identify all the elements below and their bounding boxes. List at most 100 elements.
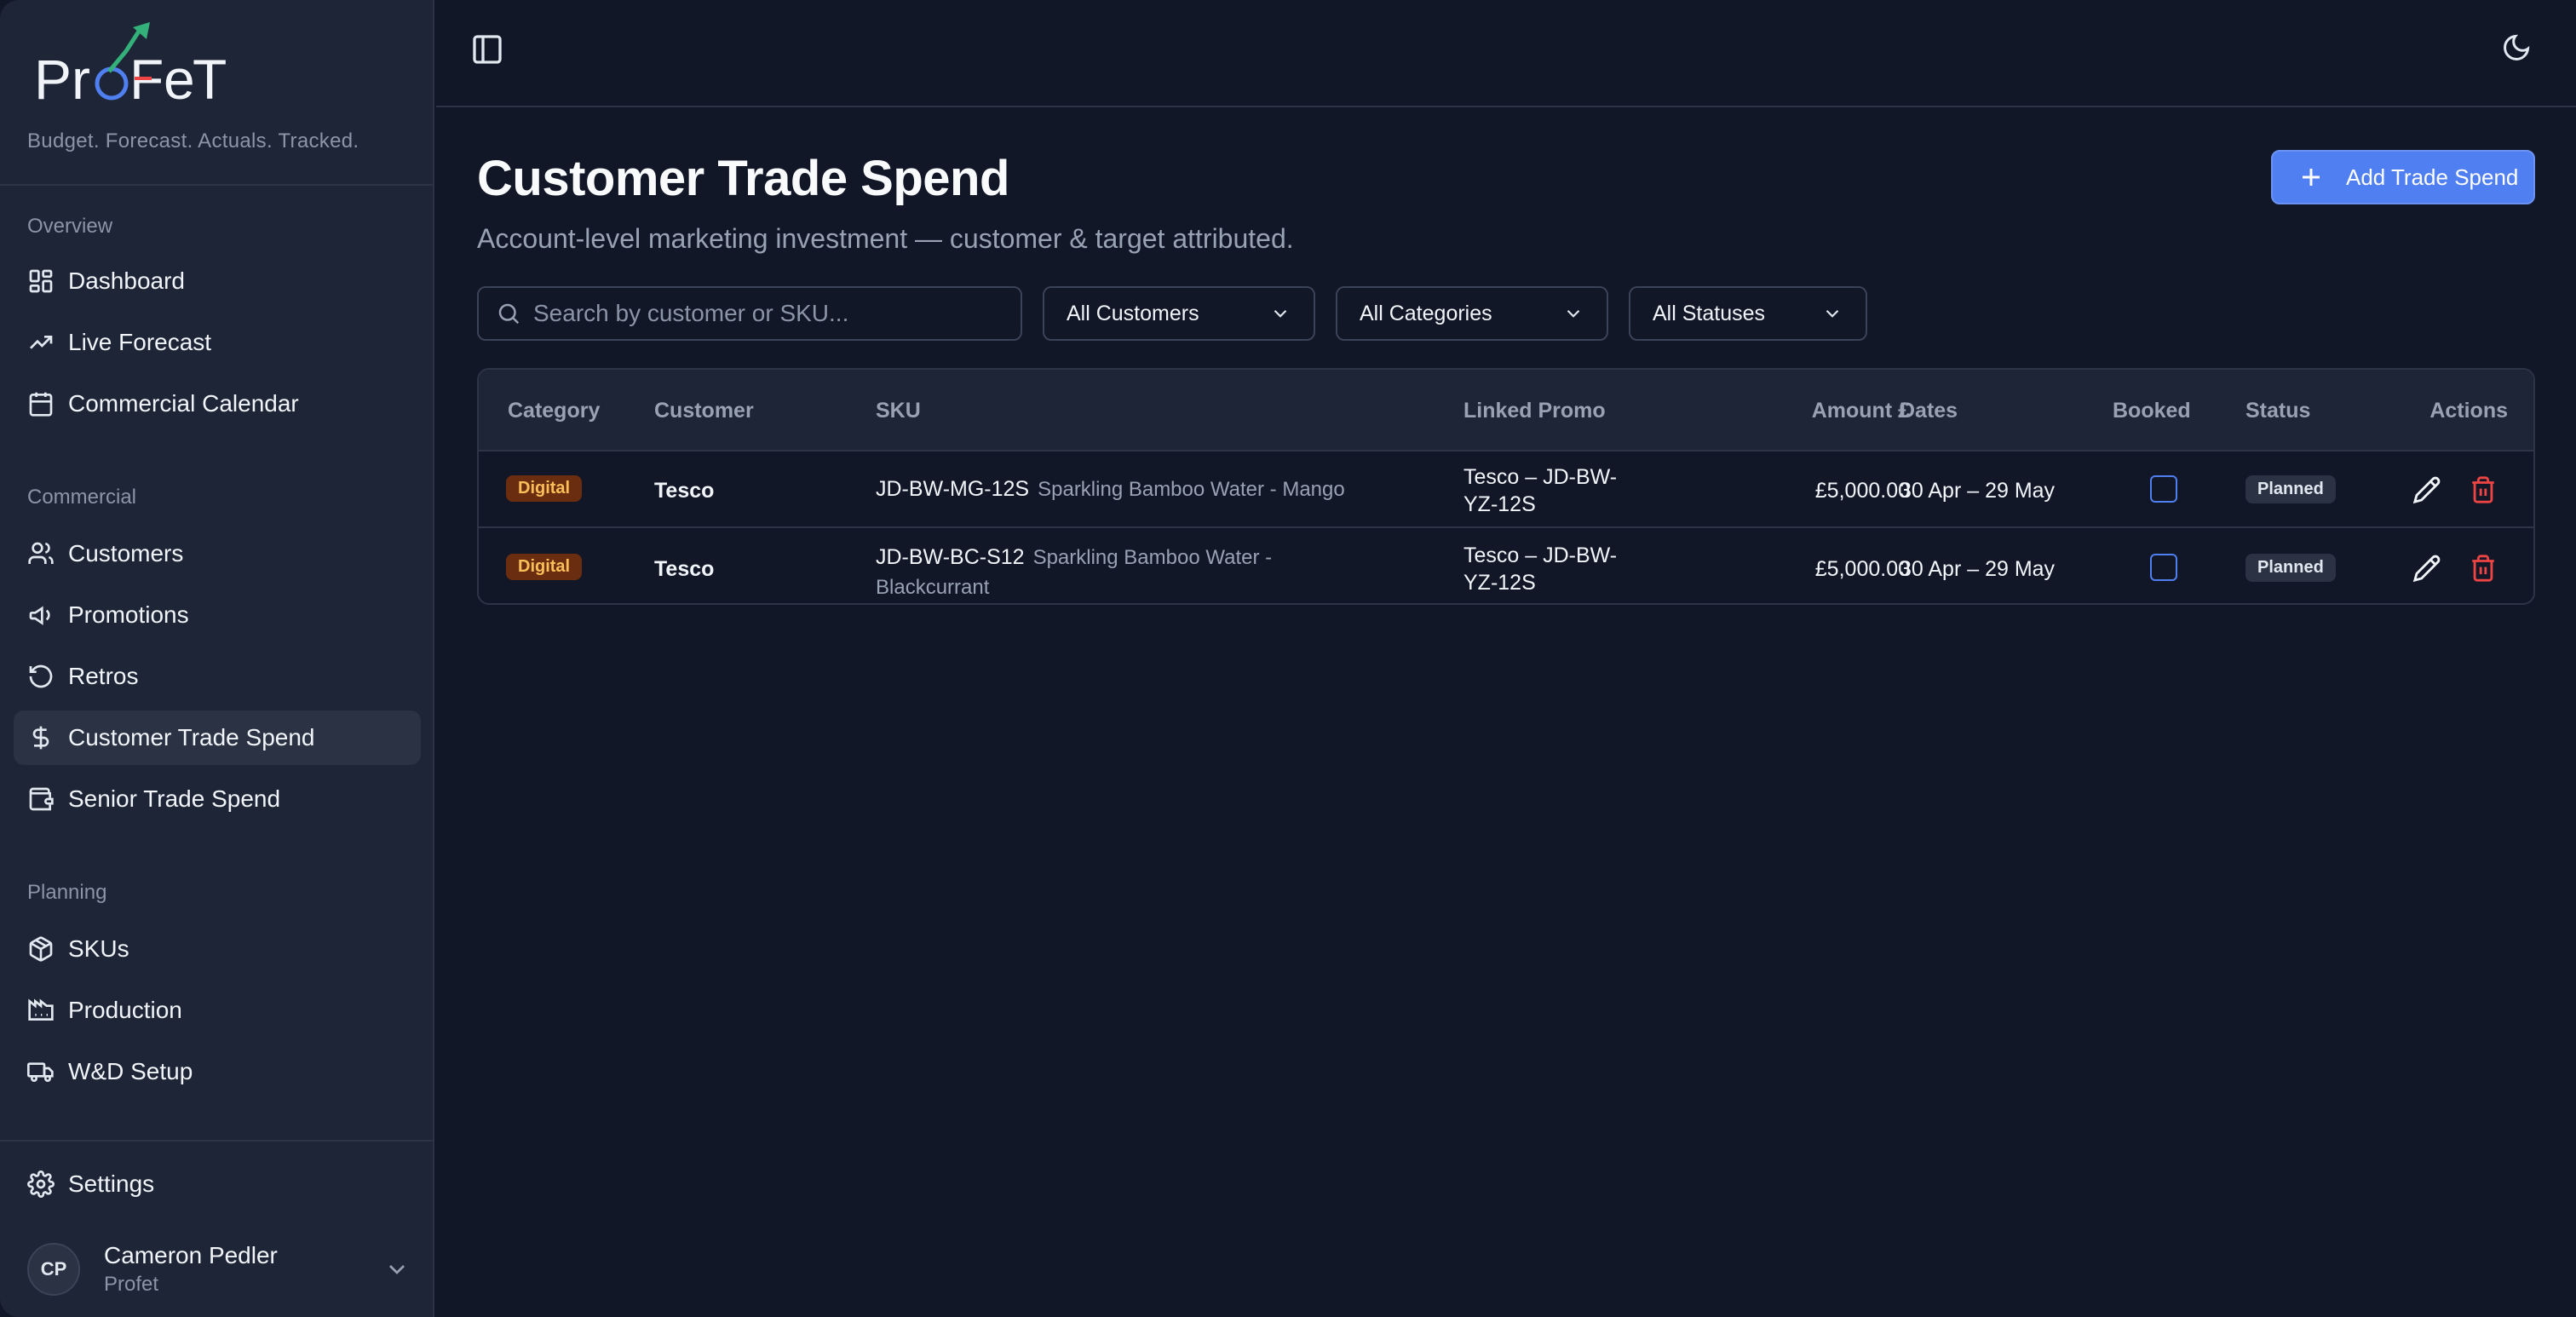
sidebar-item-production[interactable]: Production [14, 983, 421, 1038]
search-icon [498, 303, 520, 325]
dollar-icon [27, 724, 55, 751]
search-field[interactable] [477, 286, 1022, 341]
trash-icon[interactable] [2469, 475, 2498, 504]
dashboard-icon [27, 267, 55, 295]
pencil-icon[interactable] [2412, 475, 2441, 504]
profet-logo[interactable]: Pr F e T [34, 22, 247, 107]
sidebar-item-skus[interactable]: SKUs [14, 922, 421, 976]
category-badge: Digital [506, 554, 583, 580]
chevron-down-icon [1274, 309, 1287, 318]
sidebar-item-label: Senior Trade Spend [68, 785, 281, 812]
column-header-linked-promo[interactable]: Linked Promo [1463, 399, 1606, 423]
user-name: Cameron Pedler [104, 1242, 278, 1268]
sidebar-item-label: Settings [68, 1170, 155, 1197]
column-header-actions: Actions [2429, 399, 2508, 423]
sidebar-toggle-icon[interactable] [470, 32, 504, 66]
column-header-category[interactable]: Category [508, 399, 600, 423]
svg-text:T: T [193, 48, 227, 107]
chevron-down-icon [1826, 309, 1839, 318]
page-subtitle: Account-level marketing investment — cus… [477, 223, 1294, 254]
factory-icon [27, 997, 55, 1024]
users-icon [27, 540, 55, 567]
customer-filter-value: All Customers [1067, 301, 1199, 325]
sidebar-item-dashboard[interactable]: Dashboard [14, 254, 421, 308]
category-filter-value: All Categories [1360, 301, 1492, 325]
calendar-icon [27, 390, 55, 417]
section-label-planning: Planning [27, 881, 107, 904]
add-trade-spend-button[interactable]: Add Trade Spend [2271, 150, 2535, 204]
category-badge: Digital [506, 475, 583, 502]
column-header-amount[interactable]: Amount £ [1748, 399, 1910, 423]
sku-code: JD-BW-BC-S12 [876, 545, 1025, 569]
sidebar-item-retros[interactable]: Retros [14, 649, 421, 704]
sidebar-item-label: Customers [68, 540, 184, 566]
sidebar-item-senior-trade-spend[interactable]: Senior Trade Spend [14, 772, 421, 826]
sidebar-item-customers[interactable]: Customers [14, 526, 421, 581]
sidebar-item-settings[interactable]: Settings [14, 1157, 421, 1211]
sidebar-item-promotions[interactable]: Promotions [14, 588, 421, 642]
customer-filter-select[interactable]: All Customers [1043, 286, 1315, 341]
section-label-overview: Overview [27, 215, 113, 238]
sidebar-item-label: Dashboard [68, 267, 185, 294]
sku-cell: JD-BW-MG-12S Sparkling Bamboo Water - Man… [876, 475, 1353, 506]
user-menu[interactable]: CP Cameron Pedler Profet [27, 1240, 411, 1298]
sidebar-item-label: W&D Setup [68, 1058, 193, 1084]
megaphone-icon [27, 601, 55, 629]
sku-name: Sparkling Bamboo Water - Mango [1038, 478, 1345, 501]
brand-tagline: Budget. Forecast. Actuals. Tracked. [27, 129, 359, 152]
category-filter-select[interactable]: All Categories [1336, 286, 1608, 341]
dates-cell: 30 Apr – 29 May [1900, 479, 2056, 503]
linked-promo-cell[interactable]: Tesco – JD-BW-YZ-12S [1463, 542, 1651, 596]
gear-icon [27, 1170, 55, 1198]
trash-icon[interactable] [2469, 554, 2498, 583]
column-header-status[interactable]: Status [2245, 399, 2310, 423]
column-header-sku[interactable]: SKU [876, 399, 921, 423]
sidebar-item-label: Live Forecast [68, 329, 212, 355]
table-row[interactable]: Digital Tesco JD-BW-BC-S12 Sparkling Bamb… [479, 530, 2533, 603]
status-badge: Planned [2245, 475, 2336, 503]
plus-icon [2303, 169, 2320, 186]
chevron-down-icon [389, 1265, 405, 1274]
sidebar-item-label: Customer Trade Spend [68, 724, 315, 751]
booked-checkbox[interactable] [2150, 475, 2177, 503]
search-input[interactable] [533, 300, 1010, 327]
customer-cell: Tesco [654, 557, 715, 581]
section-label-commercial: Commercial [27, 486, 137, 509]
sidebar-item-customer-trade-spend[interactable]: Customer Trade Spend [14, 710, 421, 765]
booked-checkbox[interactable] [2150, 554, 2177, 581]
sidebar-item-live-forecast[interactable]: Live Forecast [14, 315, 421, 370]
status-badge: Planned [2245, 554, 2336, 582]
sku-cell: JD-BW-BC-S12 Sparkling Bamboo Water - Bla… [876, 543, 1353, 603]
amount-cell: £5,000.00 [1814, 479, 1910, 503]
dates-cell: 30 Apr – 29 May [1900, 557, 2056, 581]
sidebar-item-wd-setup[interactable]: W&D Setup [14, 1044, 421, 1099]
page-title: Customer Trade Spend [477, 151, 1009, 206]
table-row[interactable]: Digital Tesco JD-BW-MG-12S Sparkling Bamb… [479, 451, 2533, 528]
sidebar-item-label: Commercial Calendar [68, 390, 299, 417]
user-org: Profet [104, 1273, 159, 1296]
trend-up-icon [27, 329, 55, 356]
column-header-booked[interactable]: Booked [2113, 399, 2191, 423]
add-trade-spend-label: Add Trade Spend [2346, 164, 2519, 190]
sidebar: Pr F e T Budget. Forecast. Actuals. Trac… [0, 0, 434, 1317]
column-header-dates[interactable]: Dates [1900, 399, 1958, 423]
top-bar [436, 0, 2576, 107]
status-filter-select[interactable]: All Statuses [1629, 286, 1867, 341]
truck-icon [27, 1058, 55, 1085]
sidebar-item-label: SKUs [68, 935, 129, 962]
pencil-icon[interactable] [2412, 554, 2441, 583]
moon-icon[interactable] [2501, 32, 2532, 63]
sidebar-item-label: Promotions [68, 601, 189, 628]
sidebar-item-commercial-calendar[interactable]: Commercial Calendar [14, 377, 421, 431]
status-filter-value: All Statuses [1653, 301, 1766, 325]
table-header: Category Customer SKU Linked Promo Amoun… [479, 370, 2533, 451]
sidebar-divider [0, 184, 433, 186]
sidebar-item-label: Production [68, 997, 182, 1023]
avatar: CP [27, 1243, 80, 1296]
column-header-customer[interactable]: Customer [654, 399, 754, 423]
sidebar-divider [0, 1140, 433, 1142]
app-window: Pr F e T Budget. Forecast. Actuals. Trac… [0, 0, 2576, 1317]
sidebar-item-label: Retros [68, 663, 139, 689]
linked-promo-cell[interactable]: Tesco – JD-BW-YZ-12S [1463, 463, 1651, 518]
rotate-ccw-icon [27, 663, 55, 690]
